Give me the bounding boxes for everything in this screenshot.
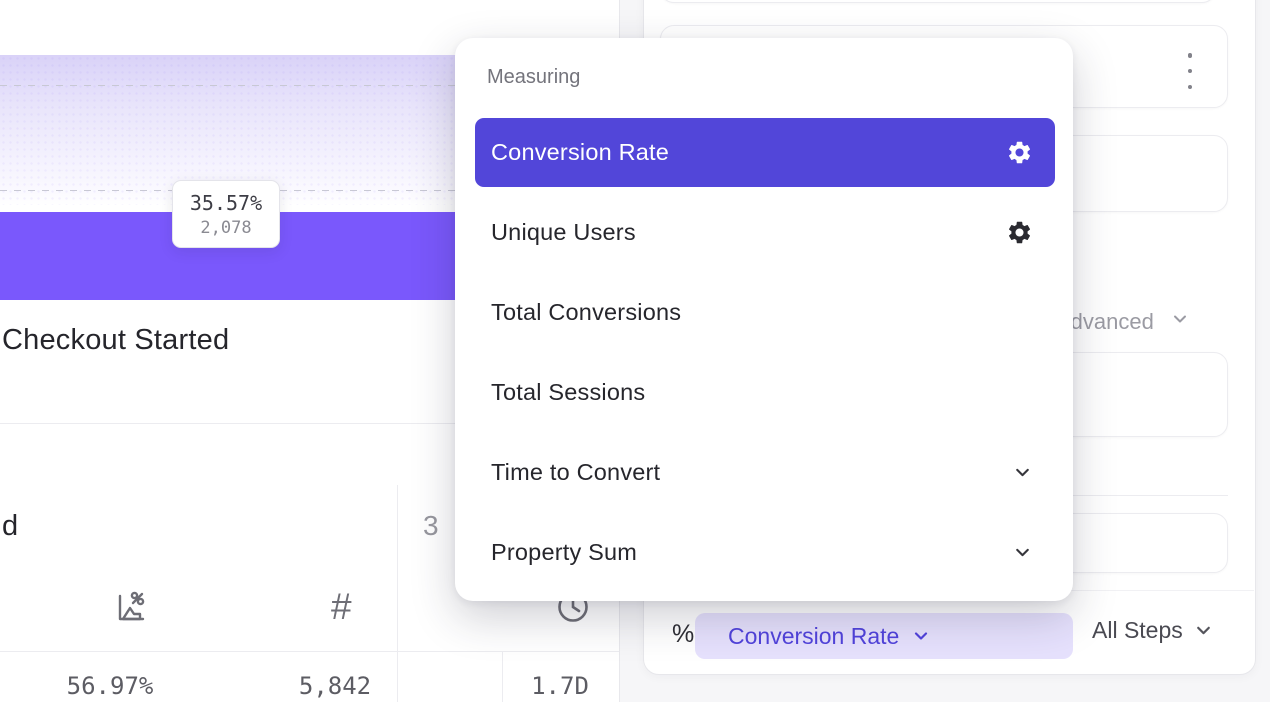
menu-item-property-sum[interactable]: Property Sum bbox=[475, 524, 1055, 580]
percent-sign: % bbox=[672, 620, 694, 649]
gear-icon[interactable] bbox=[1006, 219, 1033, 246]
menu-item-label: Conversion Rate bbox=[491, 139, 669, 166]
dropdown-header: Measuring bbox=[487, 66, 580, 89]
menu-item-conversion-rate[interactable]: Conversion Rate bbox=[475, 118, 1055, 187]
table-step-number: 3 bbox=[423, 510, 439, 542]
cell-conversion-rate: 56.97% bbox=[55, 672, 165, 700]
chevron-down-icon bbox=[1012, 542, 1033, 563]
gear-icon[interactable] bbox=[1006, 139, 1033, 166]
chevron-down-icon bbox=[1170, 309, 1190, 329]
count-icon[interactable]: # bbox=[331, 586, 352, 628]
table-step-header-fragment: d bbox=[2, 510, 18, 543]
kebab-menu-icon[interactable] bbox=[1183, 53, 1197, 89]
cell-time: 1.7D bbox=[505, 672, 615, 700]
chevron-down-icon bbox=[1193, 620, 1214, 641]
chevron-down-icon bbox=[911, 626, 931, 646]
chart-tooltip: 35.57% 2,078 bbox=[172, 180, 280, 248]
query-step-card[interactable] bbox=[660, 0, 1216, 3]
advanced-toggle[interactable]: Advanced bbox=[1056, 309, 1190, 335]
steps-selector-label: All Steps bbox=[1092, 617, 1183, 644]
menu-item-total-sessions[interactable]: Total Sessions bbox=[475, 364, 1055, 420]
menu-item-label: Property Sum bbox=[491, 539, 637, 566]
chevron-down-icon bbox=[1012, 462, 1033, 483]
table-column-divider bbox=[397, 485, 398, 702]
cell-count: 5,842 bbox=[280, 672, 390, 700]
step-title: Checkout Started bbox=[2, 324, 229, 357]
tooltip-count: 2,078 bbox=[200, 218, 251, 238]
steps-selector[interactable]: All Steps bbox=[1092, 617, 1214, 644]
menu-item-label: Time to Convert bbox=[491, 459, 660, 486]
menu-item-unique-users[interactable]: Unique Users bbox=[475, 204, 1055, 260]
table-row-divider bbox=[0, 651, 619, 652]
menu-item-total-conversions[interactable]: Total Conversions bbox=[475, 284, 1055, 340]
conversion-rate-icon[interactable] bbox=[112, 589, 149, 626]
measurement-selector[interactable]: Conversion Rate bbox=[695, 613, 1073, 659]
tooltip-conversion-rate: 35.57% bbox=[190, 191, 262, 215]
menu-item-time-to-convert[interactable]: Time to Convert bbox=[475, 444, 1055, 500]
menu-item-label: Unique Users bbox=[491, 219, 636, 246]
measurement-selector-label: Conversion Rate bbox=[728, 623, 899, 650]
table-column-divider bbox=[502, 652, 503, 702]
menu-item-label: Total Conversions bbox=[491, 299, 681, 326]
app-screen: 35.57% 2,078 Checkout Started d 3 # 56.9… bbox=[0, 0, 1270, 702]
menu-item-label: Total Sessions bbox=[491, 379, 645, 406]
